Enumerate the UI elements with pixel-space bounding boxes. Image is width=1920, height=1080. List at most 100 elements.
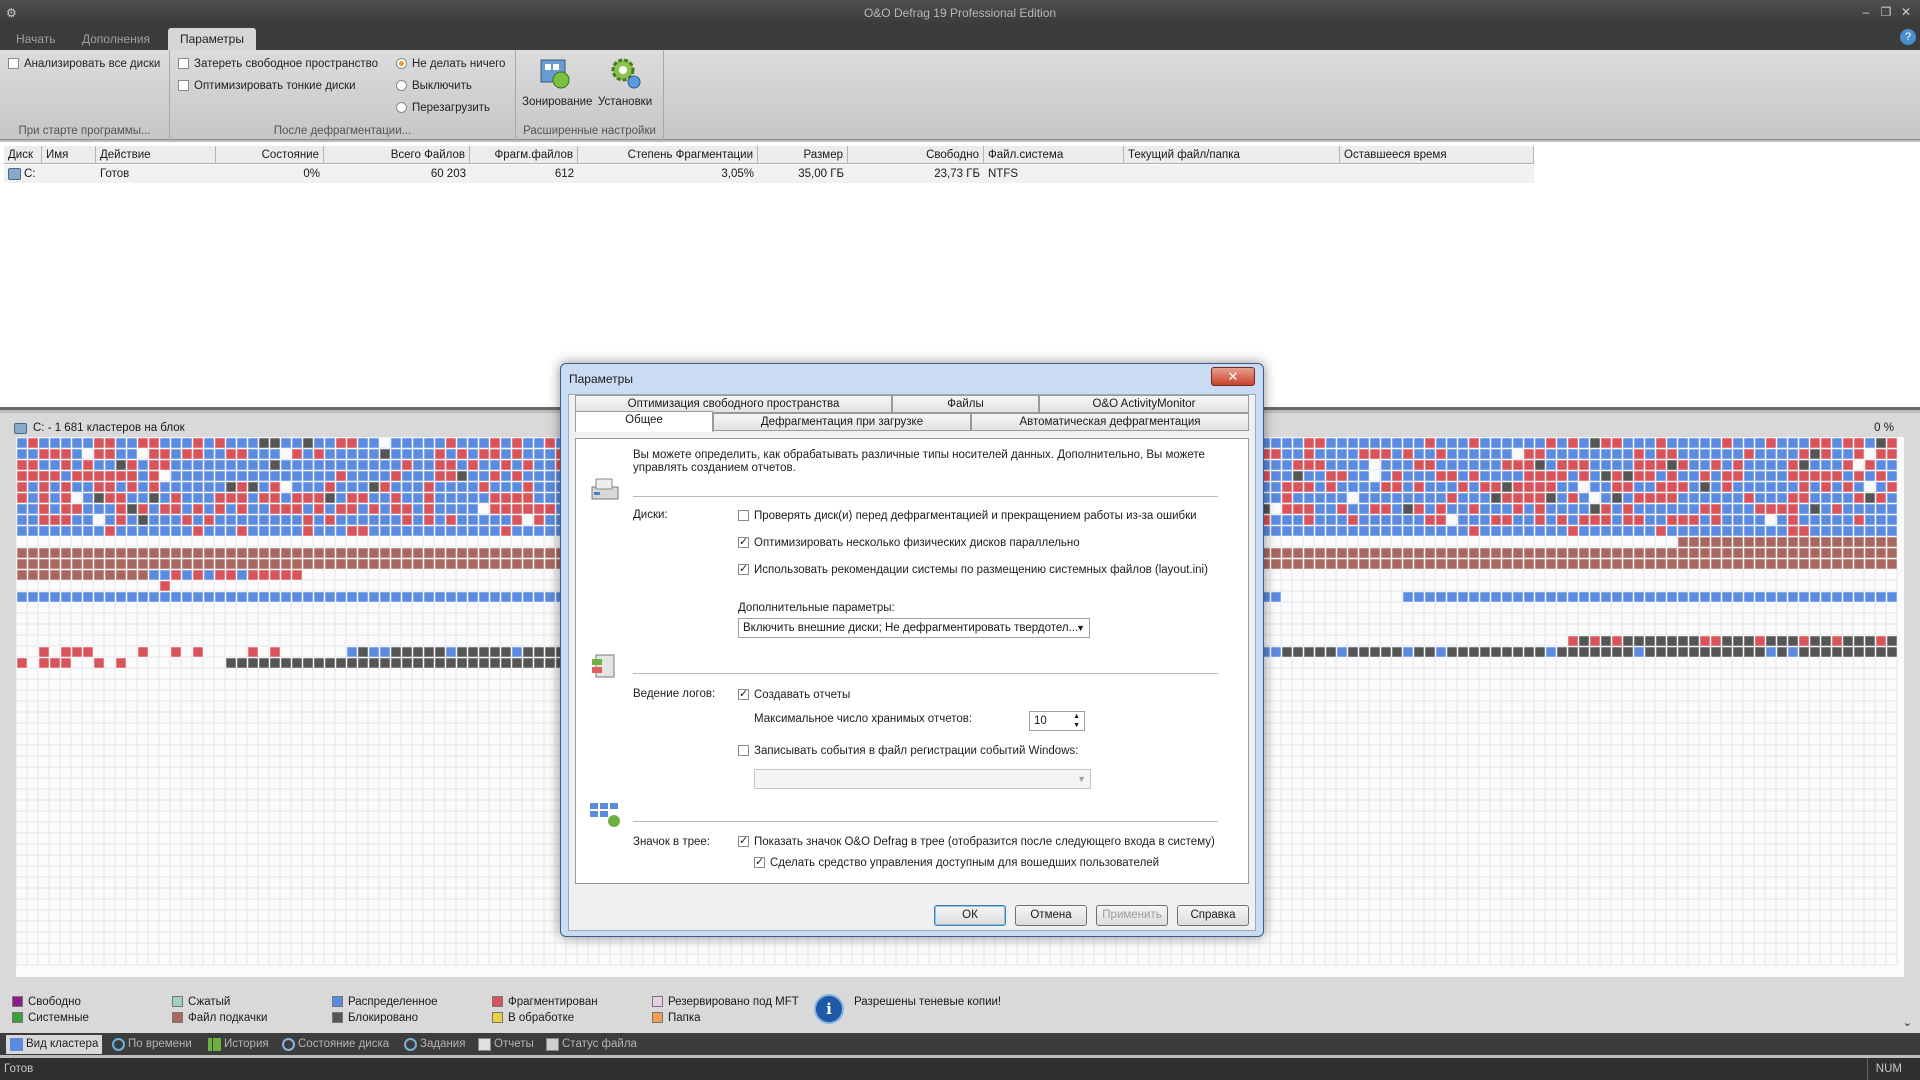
analyze-all-checkbox[interactable]: Анализировать все диски: [8, 58, 160, 70]
help-button[interactable]: Справка: [1177, 905, 1249, 926]
tab-settings[interactable]: Параметры: [168, 28, 256, 50]
col-current-file[interactable]: Текущий файл/папка: [1124, 146, 1340, 164]
window-title: O&O Defrag 19 Professional Edition: [863, 6, 1057, 20]
col-state[interactable]: Состояние: [216, 146, 324, 164]
group-label: При старте программы...: [18, 125, 151, 137]
num-lock-indicator: NUM: [1866, 1058, 1902, 1080]
dialog-body: Оптимизация свободного пространства Файл…: [568, 394, 1256, 931]
minimize-button[interactable]: –: [1856, 3, 1876, 21]
tray-show-checkbox[interactable]: Показать значок O&O Defrag в трее (отобр…: [738, 834, 1215, 848]
parallel-checkbox[interactable]: Оптимизировать несколько физических диск…: [738, 535, 1080, 549]
extra-params-label: Дополнительные параметры:: [738, 602, 895, 614]
col-disk[interactable]: Диск: [4, 146, 42, 164]
ok-button[interactable]: ОК: [934, 905, 1006, 926]
legend-pagefile: Файл подкачки: [172, 1012, 267, 1024]
file-icon: [546, 1038, 559, 1051]
shutdown-radio[interactable]: Выключить: [396, 80, 472, 92]
chevron-down-icon[interactable]: ⌄: [1903, 1016, 1912, 1029]
drive-icon: [8, 168, 21, 180]
do-nothing-radio[interactable]: Не делать ничего: [396, 58, 505, 70]
tab-auto-defrag[interactable]: Автоматическая дефрагментация: [971, 413, 1249, 431]
table-header: Диск Имя Действие Состояние Всего Файлов…: [4, 146, 1534, 164]
col-size[interactable]: Размер: [758, 146, 848, 164]
tab-reports[interactable]: Отчеты: [474, 1035, 538, 1054]
tab-boot-defrag[interactable]: Дефрагментация при загрузке: [713, 413, 971, 431]
tab-time-view[interactable]: По времени: [108, 1035, 196, 1054]
group-advanced: Зонирование Установки Расширенные настро…: [516, 50, 664, 140]
group-label: Расширенные настройки: [523, 125, 656, 137]
settings-button[interactable]: Установки: [594, 54, 658, 114]
drive-icon: [14, 423, 27, 434]
disk-gauge-icon: [282, 1038, 295, 1051]
cell-filesystem: NTFS: [988, 168, 1019, 180]
tab-start[interactable]: Начать: [4, 28, 68, 50]
legend-processing: В обработке: [492, 1012, 574, 1024]
cell-action: Готов: [100, 168, 130, 180]
separator: [633, 673, 1218, 674]
zoning-button[interactable]: Зонирование: [520, 54, 592, 114]
spinner-arrows-icon[interactable]: ▲ ▼: [1073, 712, 1080, 730]
col-remaining[interactable]: Оставшееся время: [1340, 146, 1534, 164]
cluster-map-percent: 0 %: [1874, 422, 1894, 434]
tab-extras[interactable]: Дополнения: [70, 28, 162, 50]
dropdown-arrow-icon: ▼: [1076, 623, 1085, 633]
tab-files[interactable]: Файлы: [892, 395, 1039, 413]
table-row[interactable]: C: Готов 0% 60 203 612 3,05% 35,00 ГБ 23…: [4, 165, 1534, 183]
legend-compressed: Сжатый: [172, 996, 230, 1008]
event-log-dropdown[interactable]: ▼: [754, 769, 1091, 789]
col-frag-degree[interactable]: Степень Фрагментации: [578, 146, 758, 164]
tab-history[interactable]: История: [204, 1035, 273, 1054]
clock-icon: [112, 1038, 125, 1051]
col-total-files[interactable]: Всего Файлов: [324, 146, 470, 164]
tab-activity-monitor[interactable]: O&O ActivityMonitor: [1039, 395, 1249, 413]
max-reports-spinner[interactable]: 10 ▲ ▼: [1029, 711, 1085, 731]
disks-icon: [591, 478, 619, 500]
tray-users-checkbox[interactable]: Сделать средство управления доступным дл…: [754, 855, 1159, 869]
intro-text-line2: управлять созданием отчетов.: [633, 462, 796, 474]
group-label: После дефрагментации...: [273, 125, 412, 137]
legend-free: Свободно: [12, 996, 81, 1008]
disks-label: Диски:: [633, 509, 668, 521]
optimize-thin-checkbox[interactable]: Оптимизировать тонкие диски: [178, 80, 356, 92]
create-reports-checkbox[interactable]: Создавать отчеты: [738, 687, 850, 701]
ribbon-panel: Анализировать все диски При старте прогр…: [0, 50, 1920, 140]
dialog-close-button[interactable]: ✕: [1211, 367, 1255, 386]
col-filesystem[interactable]: Файл.система: [984, 146, 1124, 164]
check-disk-checkbox[interactable]: Проверять диск(и) перед дефрагментацией …: [738, 510, 1197, 522]
max-reports-label: Максимальное число хранимых отчетов:: [754, 713, 973, 725]
title-bar: ⚙ O&O Defrag 19 Professional Edition – ❐…: [0, 0, 1920, 26]
legend-system: Системные: [12, 1012, 89, 1024]
legend-folder: Папка: [652, 1012, 701, 1024]
cell-frag-files: 612: [554, 168, 574, 180]
view-tabs: Вид кластера По времени История Состояни…: [0, 1033, 1920, 1055]
cell-free: 23,73 ГБ: [934, 168, 980, 180]
app-menu-icon[interactable]: ⚙: [6, 0, 17, 26]
restart-radio[interactable]: Перезагрузить: [396, 102, 490, 114]
tab-cluster-view[interactable]: Вид кластера: [6, 1035, 103, 1054]
general-tab-pane: Вы можете определить, как обрабатывать р…: [575, 438, 1249, 884]
settings-dialog: Параметры ✕ Оптимизация свободного прост…: [560, 363, 1264, 937]
tab-jobs[interactable]: Задания: [400, 1035, 469, 1054]
cancel-button[interactable]: Отмена: [1015, 905, 1087, 926]
layout-ini-checkbox[interactable]: Использовать рекомендации системы по раз…: [738, 562, 1208, 576]
help-icon[interactable]: ?: [1900, 29, 1916, 45]
cell-total-files: 60 203: [430, 168, 466, 180]
gear-icon: [611, 58, 641, 89]
maximize-button[interactable]: ❐: [1876, 3, 1896, 21]
wipe-free-checkbox[interactable]: Затереть свободное пространство: [178, 58, 378, 70]
col-frag-files[interactable]: Фрагм.файлов: [470, 146, 578, 164]
tab-disk-state[interactable]: Состояние диска: [278, 1035, 393, 1054]
legend: Свободно Системные Сжатый Файл подкачки …: [0, 990, 1920, 1032]
col-name[interactable]: Имя: [42, 146, 96, 164]
tab-general[interactable]: Общее: [575, 411, 713, 432]
grid-icon: [10, 1038, 23, 1051]
group-after-defrag: Затереть свободное пространство Оптимизи…: [170, 50, 516, 140]
col-free[interactable]: Свободно: [848, 146, 984, 164]
legend-allocated: Распределенное: [332, 996, 438, 1008]
tab-file-status[interactable]: Статус файла: [542, 1035, 641, 1054]
event-log-checkbox[interactable]: Записывать события в файл регистрации со…: [738, 745, 1078, 757]
extra-params-dropdown[interactable]: Включить внешние диски; Не дефрагментиро…: [738, 618, 1090, 638]
col-action[interactable]: Действие: [96, 146, 216, 164]
close-button[interactable]: ✕: [1896, 3, 1916, 21]
apply-button[interactable]: Применить: [1096, 905, 1168, 926]
